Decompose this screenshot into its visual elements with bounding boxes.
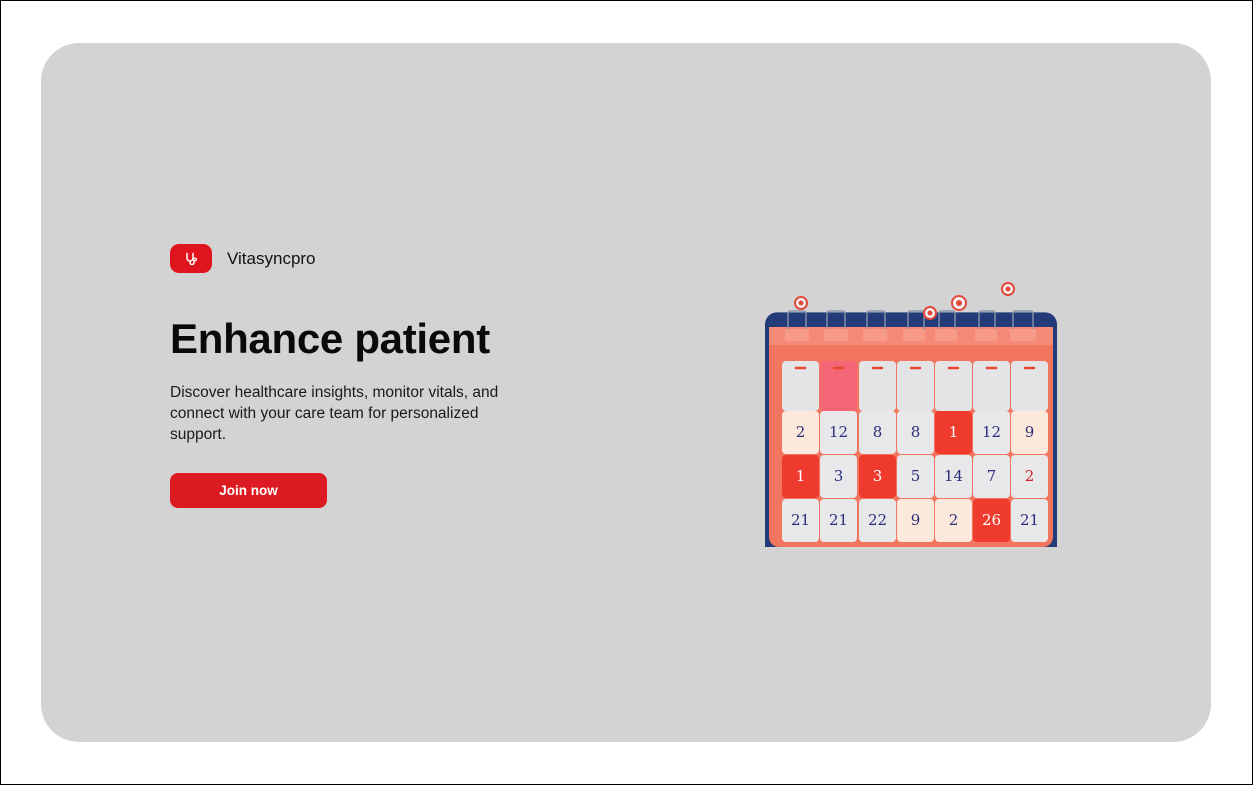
page-frame: Vitasyncpro Enhance patient Discover hea… xyxy=(0,0,1253,785)
hero-headline: Enhance patient xyxy=(170,315,490,362)
calendar-day-number: 3 xyxy=(834,467,844,485)
calendar-day-number: 7 xyxy=(987,467,997,485)
calendar-day-number: 8 xyxy=(911,423,921,441)
calendar-day-number: 26 xyxy=(982,511,1001,529)
calendar-day-number: 2 xyxy=(1025,467,1035,485)
calendar-day-number: 12 xyxy=(982,423,1001,441)
calendar-day-number: 3 xyxy=(873,467,883,485)
calendar-day-number: 2 xyxy=(949,511,959,529)
hero-description: Discover healthcare insights, monitor vi… xyxy=(170,384,499,443)
calendar-day-number: 14 xyxy=(944,467,963,485)
calendar-day-number: 21 xyxy=(791,511,810,529)
calendar-day-number: 1 xyxy=(796,467,806,485)
calendar-icon: 2 12 8 8 1 12 9 1 3 3 5 14 7 2 21 21 22 9 2 26 21 xyxy=(765,282,1057,547)
calendar-day-number: 12 xyxy=(829,423,848,441)
calendar-day-number: 21 xyxy=(829,511,848,529)
calendar-day-number: 21 xyxy=(1020,511,1039,529)
join-now-button[interactable]: Join now xyxy=(170,473,327,508)
brand-logo xyxy=(170,244,212,273)
calendar-day-number: 8 xyxy=(873,423,883,441)
calendar-day-number: 1 xyxy=(949,423,959,441)
calendar-day-number: 9 xyxy=(911,511,921,529)
calendar-cells: 2 12 8 8 1 12 9 1 3 3 5 14 7 2 21 21 22 9 2 26 21 xyxy=(782,411,1048,542)
calendar-day-number: 2 xyxy=(796,423,806,441)
brand[interactable]: Vitasyncpro xyxy=(170,244,316,273)
calendar-day-number: 9 xyxy=(1025,423,1035,441)
brand-name: Vitasyncpro xyxy=(227,248,316,268)
stethoscope-icon xyxy=(186,252,198,265)
calendar-day-number: 22 xyxy=(868,511,887,529)
hero-card: Vitasyncpro Enhance patient Discover hea… xyxy=(41,43,1211,742)
calendar-top-row xyxy=(782,361,1048,411)
calendar-day-number: 5 xyxy=(911,467,921,485)
